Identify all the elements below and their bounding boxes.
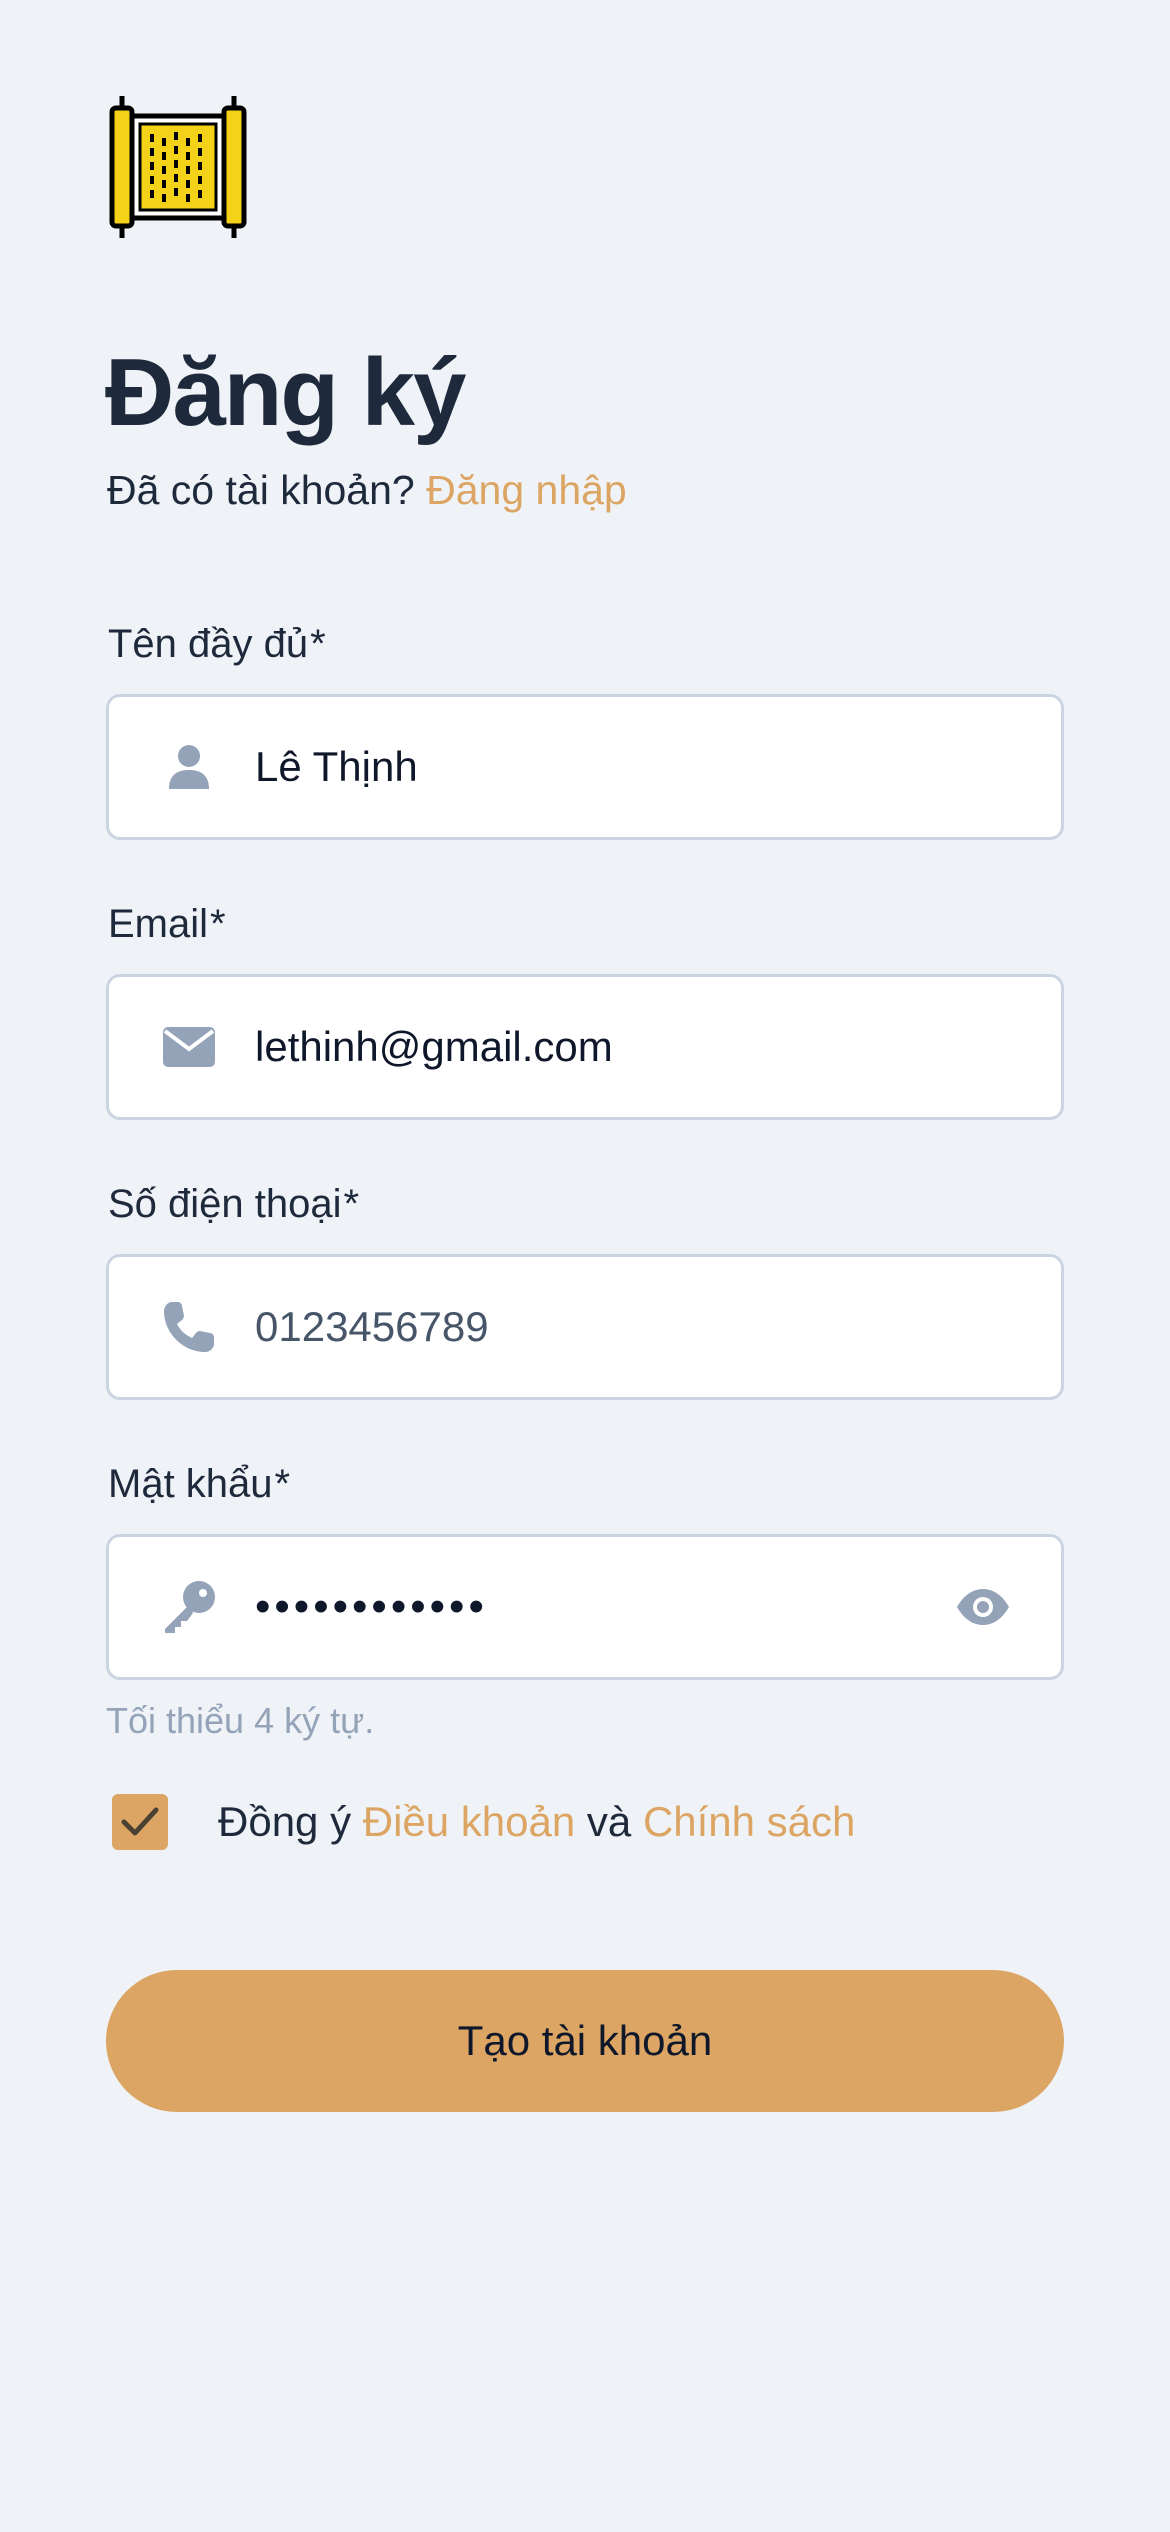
create-account-button[interactable]: Tạo tài khoản: [106, 1970, 1064, 2112]
key-icon: [159, 1577, 219, 1637]
scroll-logo-icon: [108, 94, 248, 240]
login-prompt: Đã có tài khoản? Đăng nhập: [107, 466, 627, 515]
policy-link[interactable]: Chính sách: [643, 1798, 855, 1845]
signup-screen: Đăng ký Đã có tài khoản? Đăng nhập Tên đ…: [0, 0, 1170, 2532]
password-field[interactable]: ••••••••••••: [106, 1534, 1064, 1680]
agree-checkbox[interactable]: [112, 1794, 168, 1850]
agree-text: Đồng ý Điều khoản và Chính sách: [218, 1798, 855, 1846]
email-input[interactable]: lethinh@gmail.com: [255, 1023, 613, 1071]
email-label-text: Email: [108, 902, 209, 946]
password-input[interactable]: ••••••••••••: [255, 1582, 488, 1632]
phone-field[interactable]: 0123456789: [106, 1254, 1064, 1400]
required-mark: *: [274, 1462, 291, 1506]
password-hint: Tối thiểu 4 ký tự.: [106, 1700, 375, 1741]
page-title: Đăng ký: [105, 339, 466, 446]
phone-label-text: Số điện thoại: [108, 1182, 342, 1226]
agree-conjunction: và: [586, 1798, 632, 1845]
login-prompt-text: Đã có tài khoản?: [107, 467, 415, 513]
agree-prefix: Đồng ý: [218, 1798, 352, 1845]
password-label-text: Mật khẩu: [108, 1462, 273, 1506]
fullname-input[interactable]: Lê Thịnh: [255, 743, 418, 791]
user-icon: [159, 737, 219, 797]
fullname-label-text: Tên đầy đủ: [108, 622, 309, 666]
phone-icon: [159, 1297, 219, 1357]
eye-icon[interactable]: [953, 1582, 1013, 1632]
envelope-icon: [159, 1017, 219, 1077]
required-mark: *: [310, 622, 326, 666]
login-link[interactable]: Đăng nhập: [426, 467, 627, 513]
email-label: Email*: [108, 900, 226, 948]
check-icon: [121, 1807, 159, 1836]
phone-input[interactable]: 0123456789: [255, 1303, 489, 1351]
required-mark: *: [210, 902, 226, 946]
email-field[interactable]: lethinh@gmail.com: [106, 974, 1064, 1120]
password-label: Mật khẩu*: [108, 1460, 290, 1508]
agree-row: Đồng ý Điều khoản và Chính sách: [112, 1792, 855, 1852]
terms-link[interactable]: Điều khoản: [363, 1798, 575, 1845]
required-mark: *: [343, 1182, 360, 1226]
phone-label: Số điện thoại*: [108, 1180, 359, 1228]
fullname-field[interactable]: Lê Thịnh: [106, 694, 1064, 840]
fullname-label: Tên đầy đủ*: [108, 620, 326, 668]
